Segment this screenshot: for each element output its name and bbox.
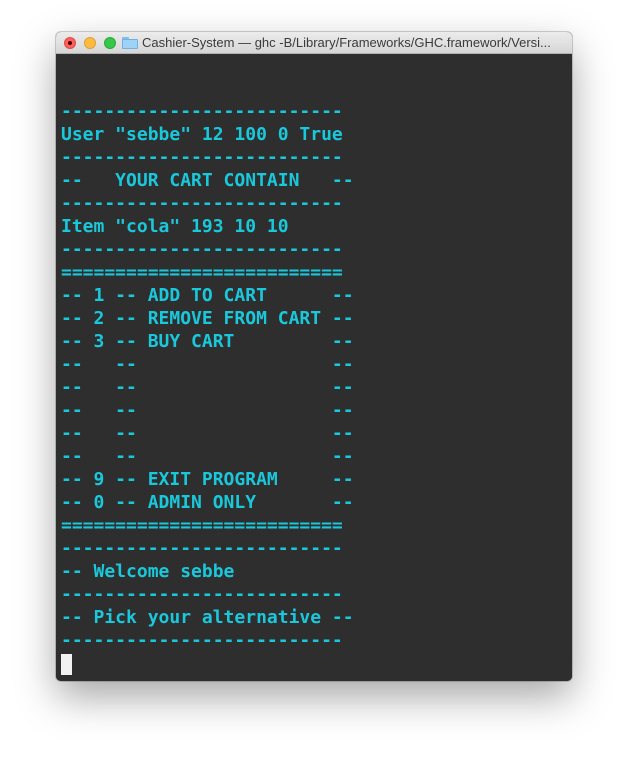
terminal-line: -------------------------- (61, 630, 343, 651)
terminal-line: -- -- -- (61, 377, 354, 398)
terminal-line: -------------------------- (61, 538, 343, 559)
terminal-output[interactable]: -------------------------- User "sebbe" … (56, 54, 572, 681)
terminal-line: -- Pick your alternative -- (61, 607, 354, 628)
terminal-window: Cashier-System — ghc -B/Library/Framewor… (56, 32, 572, 681)
terminal-line: -- Welcome sebbe (61, 561, 235, 582)
window-title: Cashier-System — ghc -B/Library/Framewor… (142, 35, 551, 50)
terminal-line: ========================== (61, 262, 343, 283)
terminal-line: User "sebbe" 12 100 0 True (61, 124, 343, 145)
terminal-line: -- -- -- (61, 354, 354, 375)
terminal-line: -- -- -- (61, 446, 354, 467)
terminal-line: Item "cola" 193 10 10 (61, 216, 289, 237)
terminal-line: -- 0 -- ADMIN ONLY -- (61, 492, 354, 513)
terminal-line: -- 1 -- ADD TO CART -- (61, 285, 354, 306)
terminal-line: ========================== (61, 515, 343, 536)
terminal-line: -- 2 -- REMOVE FROM CART -- (61, 308, 354, 329)
terminal-line: -- YOUR CART CONTAIN -- (61, 170, 354, 191)
minimize-button[interactable] (84, 37, 96, 49)
terminal-line: -- 3 -- BUY CART -- (61, 331, 354, 352)
terminal-line: -------------------------- (61, 147, 343, 168)
zoom-button[interactable] (104, 37, 116, 49)
terminal-line: -------------------------- (61, 239, 343, 260)
title-bar[interactable]: Cashier-System — ghc -B/Library/Framewor… (56, 32, 572, 54)
folder-icon (122, 36, 138, 49)
terminal-line: -------------------------- (61, 101, 343, 122)
terminal-line: -------------------------- (61, 193, 343, 214)
text-cursor (61, 654, 72, 675)
terminal-line: -- -- -- (61, 423, 354, 444)
terminal-line: -------------------------- (61, 584, 343, 605)
window-title-group: Cashier-System — ghc -B/Library/Framewor… (122, 32, 551, 53)
terminal-line: -- 9 -- EXIT PROGRAM -- (61, 469, 354, 490)
terminal-line: -- -- -- (61, 400, 354, 421)
close-button[interactable] (64, 37, 76, 49)
